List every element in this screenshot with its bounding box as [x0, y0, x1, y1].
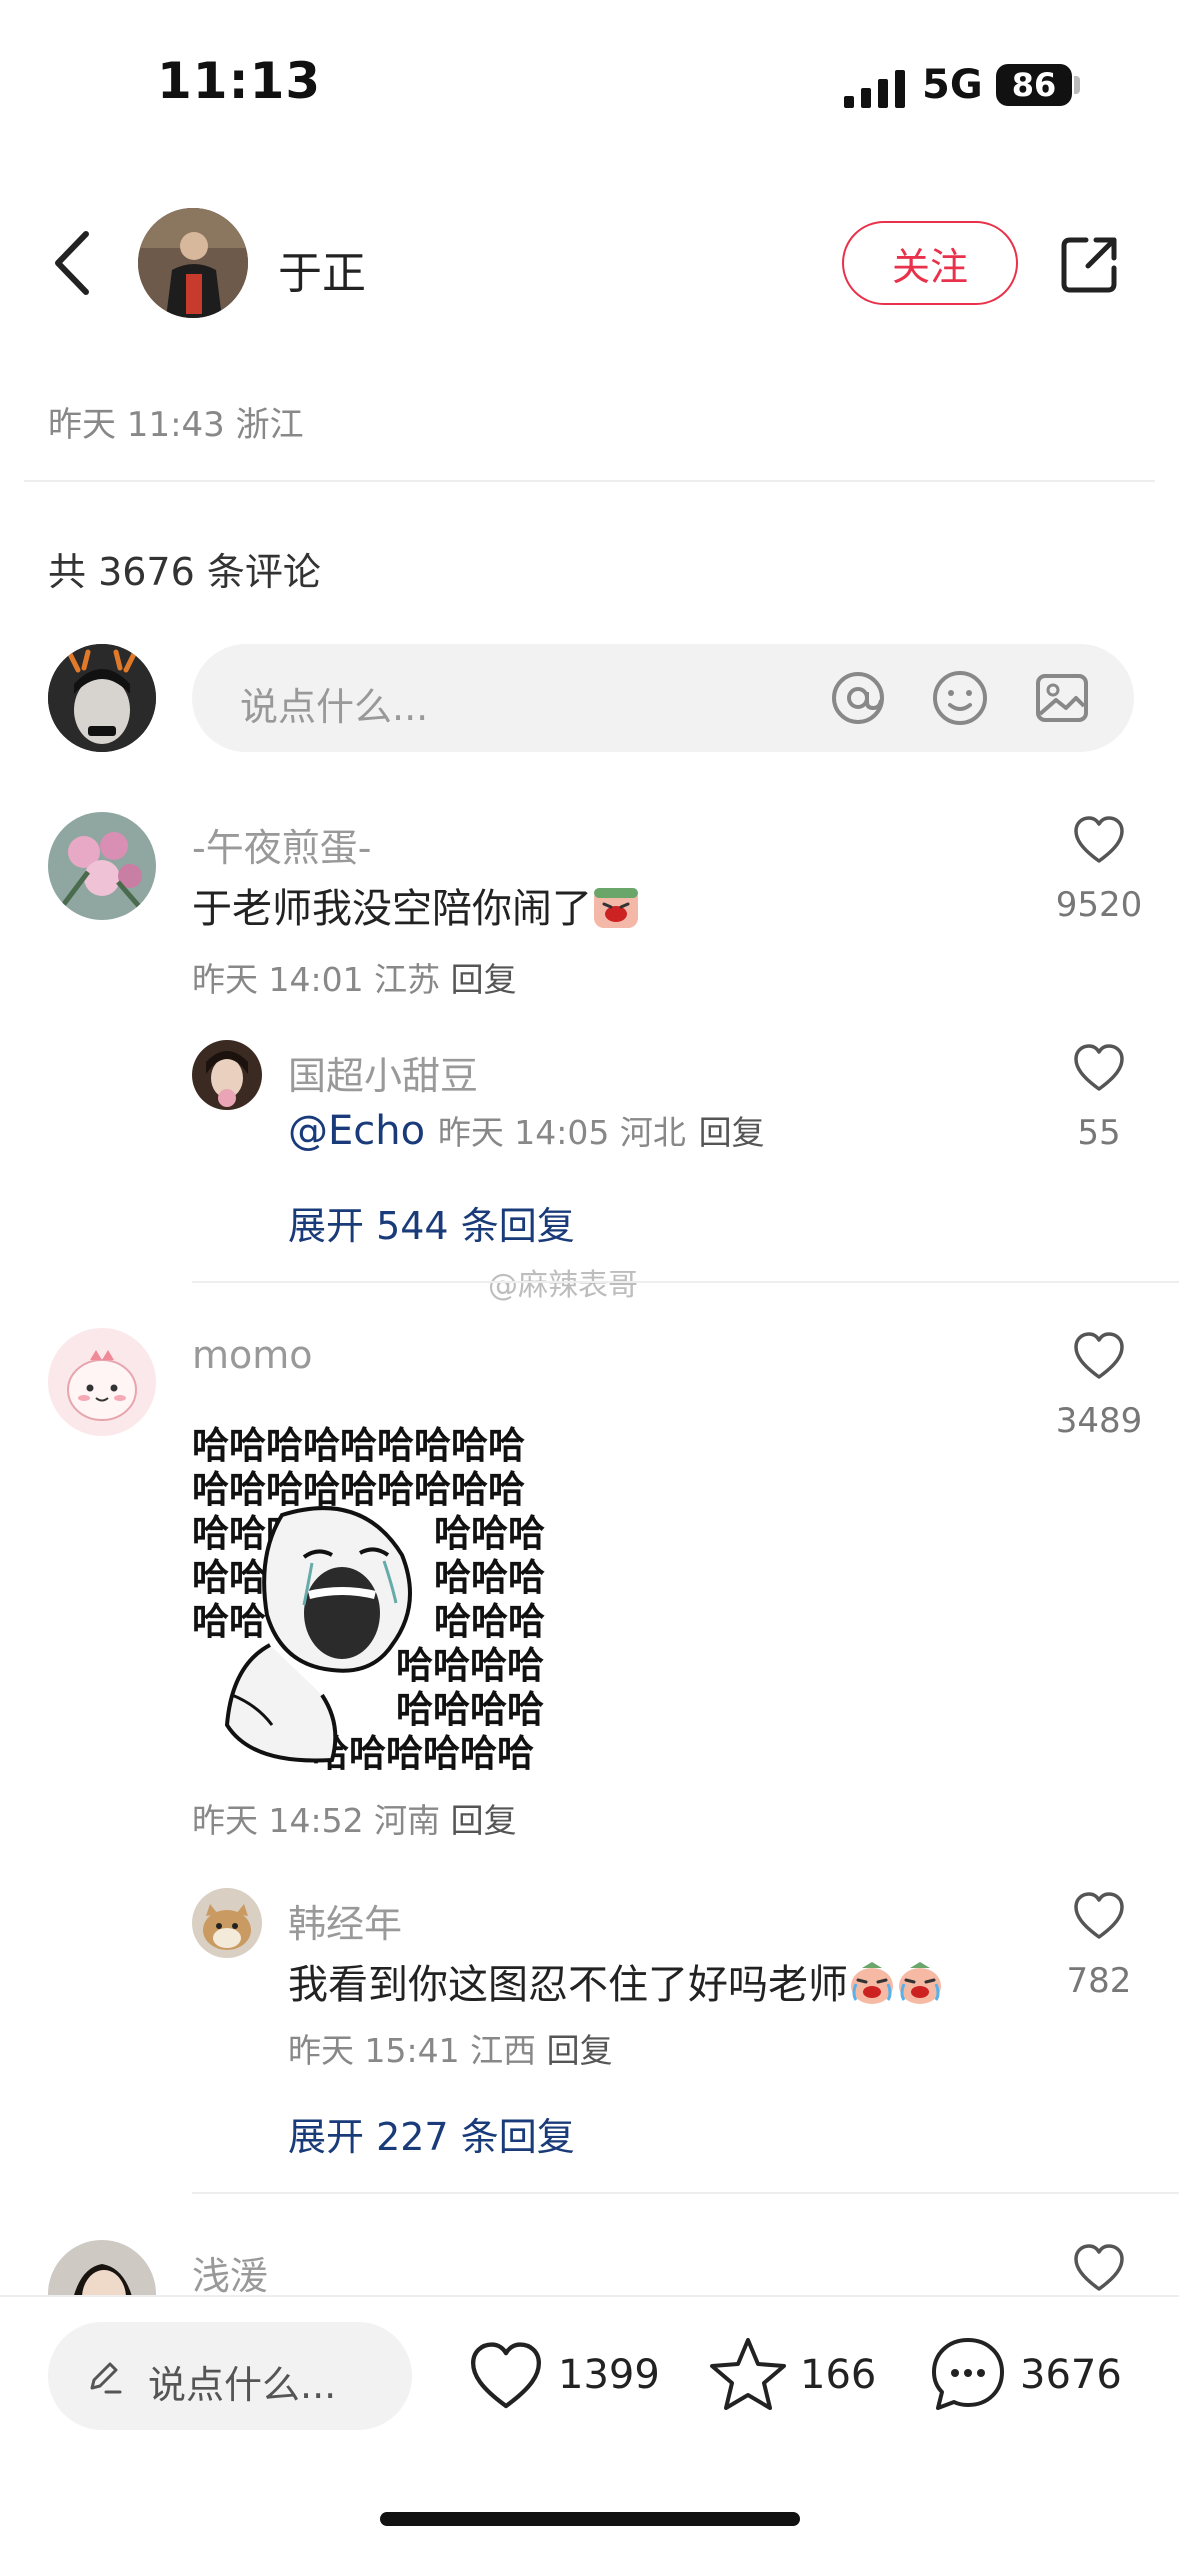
reply-text-content: 我看到你这图忍不住了好吗老师	[288, 1962, 848, 2008]
star-icon[interactable]	[708, 2334, 788, 2414]
commenter-avatar[interactable]	[48, 812, 156, 920]
reply-text: 我看到你这图忍不住了好吗老师	[288, 1952, 944, 2010]
pencil-icon	[90, 2362, 122, 2394]
meme-image[interactable]: 哈哈哈哈哈哈哈哈哈 哈哈哈哈哈哈哈哈哈 哈哈哈 哈哈 哈哈 哈哈哈 哈哈哈 哈哈…	[192, 1415, 552, 1781]
divider	[192, 2192, 1179, 2194]
post-comment-count: 3676	[1020, 2352, 1122, 2398]
divider	[192, 1281, 1179, 1283]
heart-icon[interactable]	[1071, 2240, 1127, 2296]
bottom-input-placeholder: 说点什么...	[148, 2363, 337, 2407]
crying-laughing-emoji-icon	[899, 1962, 941, 2004]
commenter-name[interactable]: 浅湲	[192, 2245, 268, 2300]
back-icon[interactable]	[48, 228, 96, 298]
image-icon[interactable]	[1032, 668, 1092, 728]
reply-button[interactable]: 回复	[451, 1801, 517, 1840]
comment-text: 于老师我没空陪你闹了	[192, 876, 640, 934]
reply-button[interactable]: 回复	[547, 2031, 613, 2070]
commenter-name[interactable]: momo	[192, 1333, 313, 1377]
network-type: 5G	[922, 62, 983, 108]
author-name[interactable]: 于正	[278, 237, 366, 301]
post-favorite-count: 166	[800, 2352, 877, 2398]
like-count: 782	[1066, 1961, 1132, 2001]
like-count: 55	[1077, 1113, 1121, 1153]
reply-time-location: 昨天 15:41 江西	[288, 2031, 537, 2070]
at-icon[interactable]	[828, 668, 888, 728]
like-count: 9520	[1055, 885, 1143, 925]
expand-replies-link[interactable]: 展开 227 条回复	[288, 2106, 575, 2161]
home-indicator	[380, 2512, 800, 2526]
heart-icon[interactable]	[1071, 1040, 1127, 1096]
reply-button[interactable]: 回复	[451, 960, 517, 999]
my-avatar	[48, 644, 156, 752]
like-heart-icon[interactable]	[466, 2336, 546, 2416]
expand-replies-link[interactable]: 展开 544 条回复	[288, 1195, 575, 1250]
comment-icon[interactable]	[928, 2334, 1008, 2414]
reply-text: @Echo 昨天 14:05 河北 回复	[288, 1106, 765, 1154]
reply-time-location: 昨天 14:05 河北	[437, 1113, 686, 1152]
crying-laughing-emoji-icon	[851, 1962, 893, 2004]
comment-count: 共 3676 条评论	[48, 550, 321, 594]
emoji-icon[interactable]	[930, 668, 990, 728]
mention-link[interactable]: @Echo	[288, 1108, 425, 1154]
like-count: 3489	[1055, 1401, 1143, 1441]
post-meta: 昨天 11:43 浙江	[48, 405, 304, 445]
battery-level: 86	[1011, 66, 1057, 104]
status-time: 11:13	[157, 52, 322, 110]
battery-indicator: 86	[996, 64, 1072, 106]
heart-icon[interactable]	[1071, 1328, 1127, 1384]
replier-name[interactable]: 韩经年	[288, 1893, 402, 1948]
laughing-face-drawing	[224, 1506, 412, 1763]
divider	[24, 480, 1155, 482]
commenter-name[interactable]: -午夜煎蛋-	[192, 817, 371, 872]
battery-tip	[1074, 76, 1080, 94]
commenter-avatar[interactable]	[48, 1328, 156, 1436]
heart-icon[interactable]	[1071, 1888, 1127, 1944]
replier-avatar[interactable]	[192, 1888, 262, 1958]
comment-meta: 昨天 14:52 河南 回复	[192, 1794, 517, 1842]
comment-input-placeholder: 说点什么...	[240, 685, 429, 729]
post-like-count: 1399	[558, 2352, 660, 2398]
replier-avatar[interactable]	[192, 1040, 262, 1110]
cellular-signal-icon	[844, 70, 905, 108]
reply-meta: 昨天 15:41 江西 回复	[288, 2024, 613, 2072]
follow-button[interactable]: 关注	[842, 221, 1018, 305]
comment-text-content: 于老师我没空陪你闹了	[192, 886, 592, 932]
author-avatar[interactable]	[138, 208, 248, 318]
reply-button[interactable]: 回复	[699, 1113, 765, 1152]
comment-time-location: 昨天 14:52 河南	[192, 1801, 441, 1840]
comment-time-location: 昨天 14:01 江苏	[192, 960, 441, 999]
heart-icon[interactable]	[1071, 812, 1127, 868]
comment-meta: 昨天 14:01 江苏 回复	[192, 953, 517, 1001]
replier-name[interactable]: 国超小甜豆	[288, 1045, 478, 1100]
share-icon[interactable]	[1058, 232, 1122, 296]
crying-emoji-icon	[594, 888, 638, 928]
